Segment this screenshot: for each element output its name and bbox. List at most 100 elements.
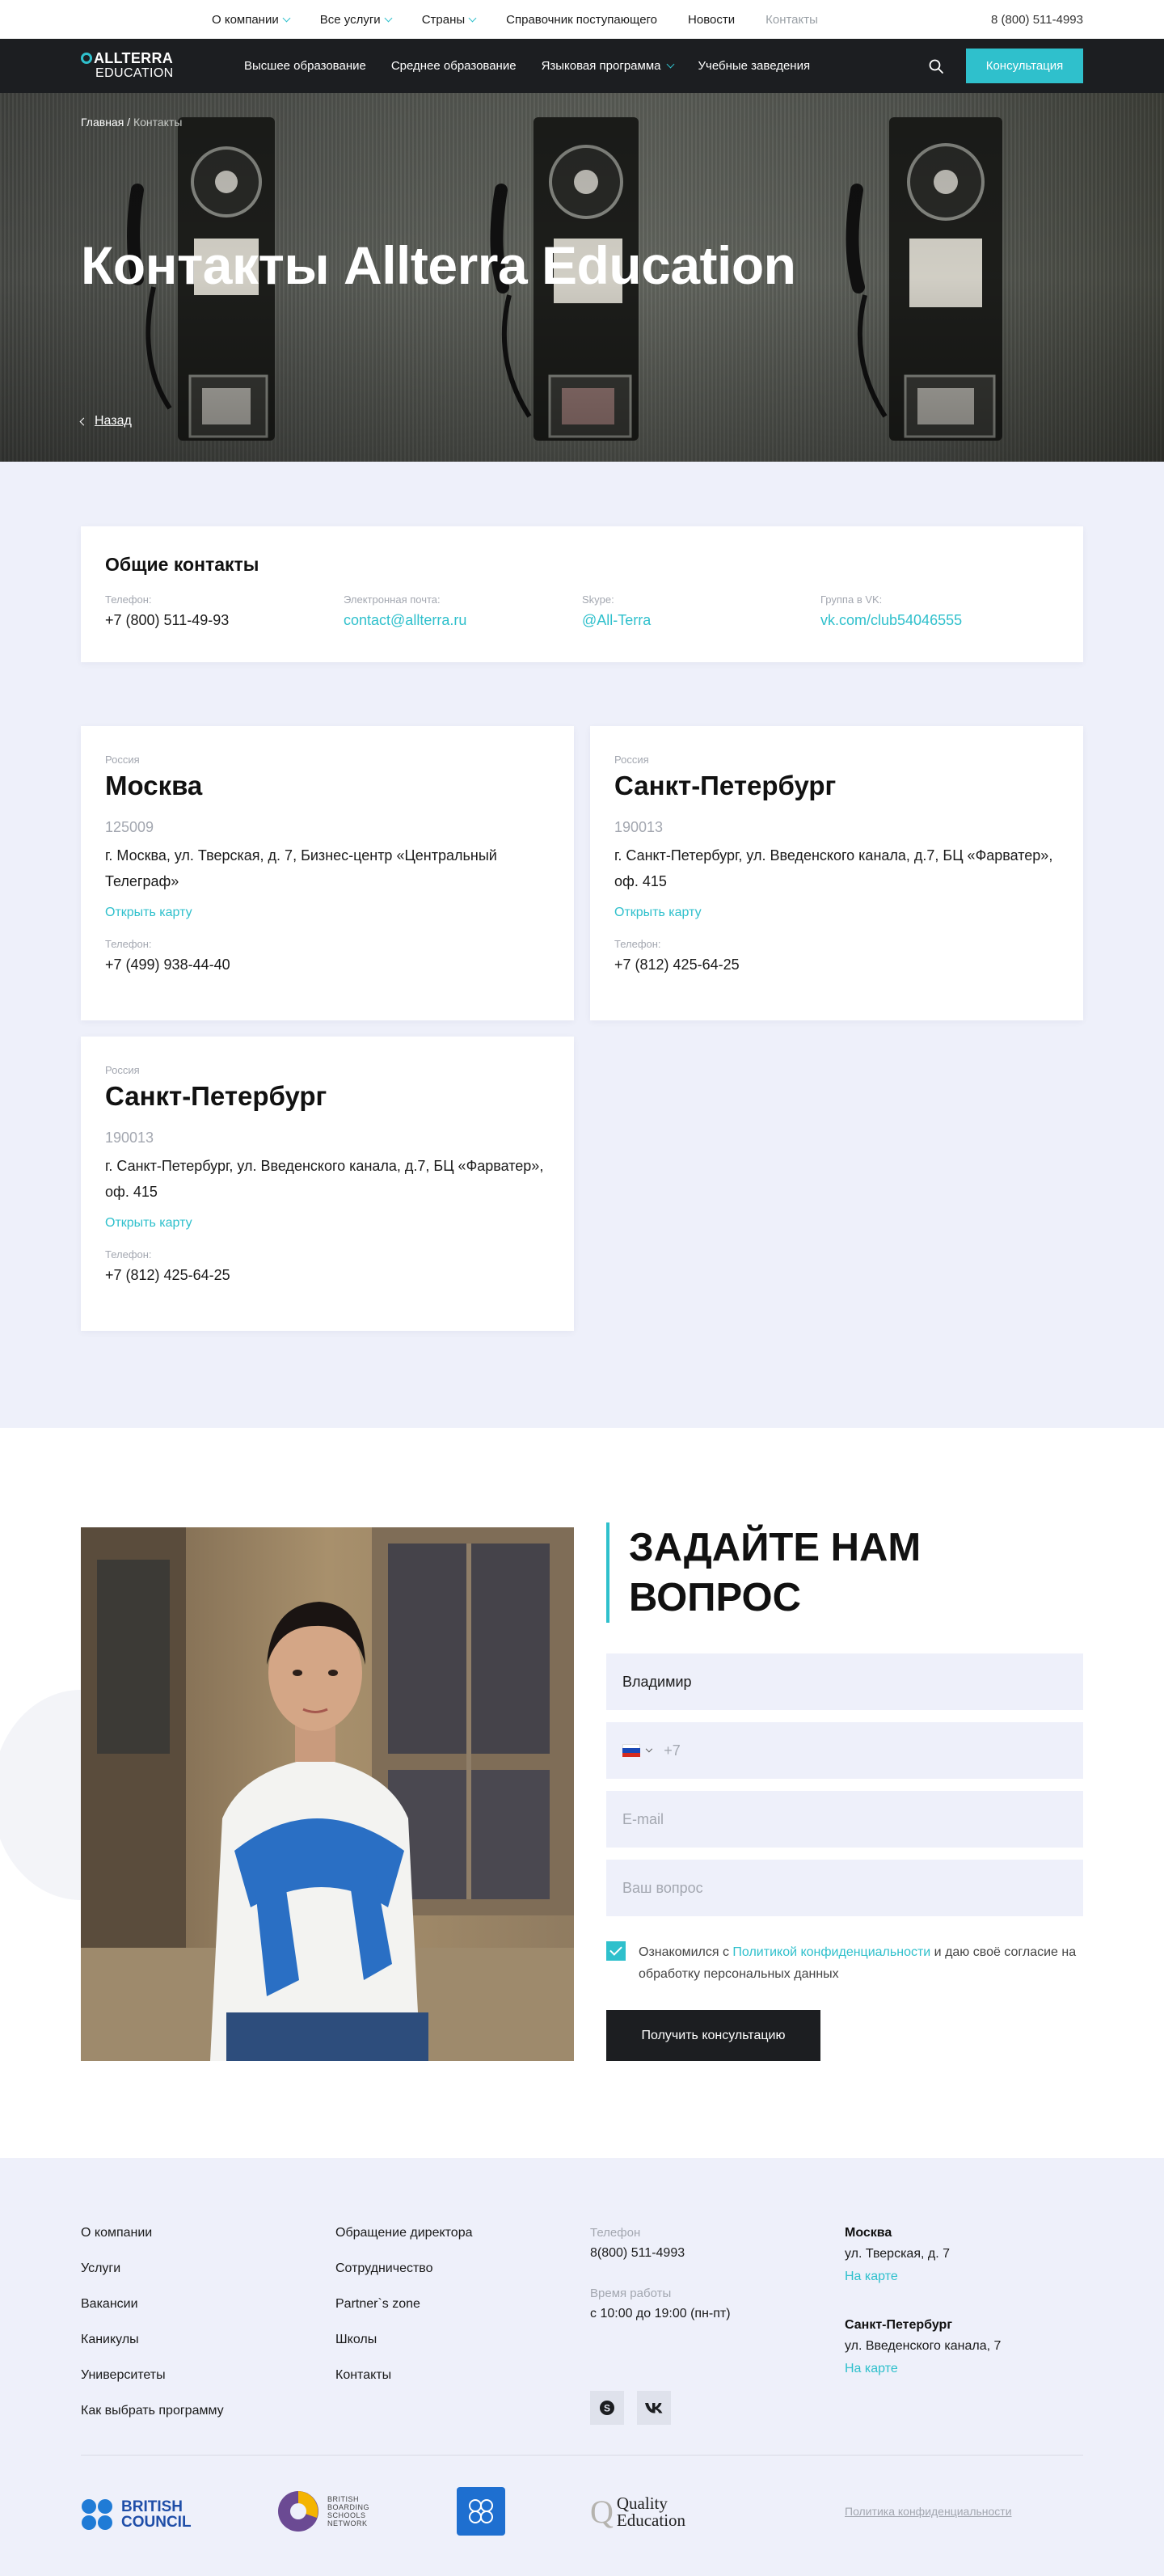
name-field[interactable] <box>606 1653 1083 1710</box>
phone-input[interactable] <box>664 1742 1067 1759</box>
footer-office-street: ул. Тверская, д. 7 <box>845 2247 950 2261</box>
logo-text-top: ALLTERRA <box>94 50 174 66</box>
contact-phone-value[interactable]: +7 (800) 511-49-93 <box>105 612 229 628</box>
footer-link[interactable]: Университеты <box>81 2368 166 2382</box>
logo[interactable]: ALLTERRA EDUCATION <box>81 51 174 80</box>
footer-map-link[interactable]: На карте <box>845 2362 1001 2376</box>
footer-link[interactable]: Каникулы <box>81 2333 139 2346</box>
russia-flag-icon[interactable] <box>622 1744 640 1757</box>
footer-privacy-link[interactable]: Политика конфиденциальности <box>845 2505 1012 2518</box>
nav-menu: Высшее образование Среднее образование Я… <box>244 39 810 93</box>
breadcrumb-current: Контакты <box>133 116 183 129</box>
top-menu-label: Страны <box>421 12 466 27</box>
top-menu-services[interactable]: Все услуги <box>320 13 393 27</box>
contact-email-link[interactable]: contact@allterra.ru <box>344 612 466 628</box>
top-menu-label: Контакты <box>765 12 818 27</box>
footer-link[interactable]: Partner`s zone <box>335 2297 420 2311</box>
logo-text: COUNCIL <box>121 2514 192 2531</box>
top-phone-link[interactable]: 8 (800) 511-4993 <box>991 0 1083 39</box>
office-country: Россия <box>105 754 140 766</box>
office-phone[interactable]: +7 (812) 425-64-25 <box>105 1267 230 1283</box>
nav-item-label: Учебные заведения <box>698 59 811 73</box>
question-input[interactable] <box>622 1879 1067 1897</box>
footer-link[interactable]: Обращение директора <box>335 2226 473 2240</box>
back-link-label: Назад <box>95 414 132 428</box>
open-map-link[interactable]: Открыть карту <box>614 906 1059 920</box>
search-icon[interactable] <box>928 58 944 74</box>
logo-text: SCHOOLS <box>327 2511 366 2519</box>
skype-icon[interactable]: S <box>590 2391 624 2425</box>
footer-link[interactable]: Сотрудничество <box>335 2261 433 2275</box>
contact-vk-link[interactable]: vk.com/club54046555 <box>820 612 962 628</box>
top-menu-about[interactable]: О компании <box>212 12 291 27</box>
vk-icon[interactable] <box>637 2391 671 2425</box>
footer-offices: Москва ул. Тверская, д. 7 На карте Санкт… <box>845 2226 1001 2410</box>
chevron-down-icon <box>666 60 674 69</box>
footer-divider <box>81 2455 1083 2456</box>
name-input[interactable] <box>622 1673 1067 1691</box>
quality-q-icon: Q <box>590 2494 614 2530</box>
logo-text: BRITISH <box>327 2495 360 2503</box>
breadcrumb-home-link[interactable]: Главная <box>81 116 124 129</box>
footer-link[interactable]: Услуги <box>81 2261 120 2275</box>
office-phone[interactable]: +7 (499) 938-44-40 <box>105 956 230 973</box>
footer-map-link[interactable]: На карте <box>845 2270 1001 2284</box>
chevron-down-icon[interactable] <box>645 1745 652 1753</box>
contact-label: Телефон: <box>105 593 152 606</box>
email-input[interactable] <box>622 1810 1067 1828</box>
nav-item-language[interactable]: Языковая программа <box>541 59 674 73</box>
footer-hours-label: Время работы <box>590 2287 672 2300</box>
nav-item-institutions[interactable]: Учебные заведения <box>698 59 811 73</box>
nav-item-higher-ed[interactable]: Высшее образование <box>244 59 366 73</box>
email-field[interactable] <box>606 1791 1083 1848</box>
top-menu-contacts[interactable]: Контакты <box>765 13 818 27</box>
footer-link[interactable]: Как выбрать программу <box>81 2404 224 2418</box>
question-field[interactable] <box>606 1860 1083 1916</box>
contact-skype: Skype: @All-Terra <box>582 593 820 629</box>
top-menu-guide[interactable]: Справочник поступающего <box>506 13 657 27</box>
visa-agency-badge <box>457 2487 505 2536</box>
logo-ring-icon <box>81 53 92 64</box>
office-address: г. Москва, ул. Тверская, д. 7, Бизнес-це… <box>105 847 497 889</box>
top-menu-label: О компании <box>212 12 279 27</box>
main-navbar: ALLTERRA EDUCATION Высшее образование Ср… <box>0 39 1164 93</box>
contact-skype-link[interactable]: @All-Terra <box>582 612 651 628</box>
office-card-moscow: Россия Москва 125009 г. Москва, ул. Твер… <box>81 726 574 1020</box>
office-phone[interactable]: +7 (812) 425-64-25 <box>614 956 740 973</box>
consent-text: Ознакомился с Политикой конфиденциальнос… <box>639 1941 1083 1985</box>
open-map-link[interactable]: Открыть карту <box>105 1216 550 1231</box>
footer-link[interactable]: О компании <box>81 2226 152 2240</box>
office-zip: 125009 <box>105 819 154 835</box>
svg-text:S: S <box>604 2403 610 2414</box>
footer-link[interactable]: Школы <box>335 2333 377 2346</box>
logo-text: BRITISH <box>121 2498 183 2515</box>
consent-text-start: Ознакомился с <box>639 1945 733 1959</box>
footer-phone[interactable]: 8(800) 511-4993 <box>590 2246 731 2261</box>
general-contacts-list: Телефон: +7 (800) 511-49-93 Электронная … <box>105 593 1059 629</box>
office-address: г. Санкт-Петербург, ул. Введенского кана… <box>105 1158 544 1200</box>
office-zip: 190013 <box>105 1130 154 1146</box>
submit-button[interactable]: Получить консультацию <box>606 2010 820 2061</box>
consent-checkbox[interactable] <box>606 1941 626 1961</box>
badge-emblem-icon <box>469 2499 493 2523</box>
top-menu-countries[interactable]: Страны <box>421 12 477 27</box>
skype-glyph: S <box>600 2401 614 2415</box>
vk-glyph <box>645 2403 663 2413</box>
open-map-link[interactable]: Открыть карту <box>105 906 550 920</box>
logo-text: Education <box>616 2511 686 2530</box>
top-menu-label: Справочник поступающего <box>506 12 658 27</box>
consultation-button[interactable]: Консультация <box>966 49 1083 83</box>
footer-link[interactable]: Вакансии <box>81 2297 138 2311</box>
top-menu-news[interactable]: Новости <box>688 13 735 27</box>
back-link[interactable]: Назад <box>79 414 132 429</box>
office-city: Москва <box>105 771 203 800</box>
contact-label: Группа в VK: <box>820 593 883 606</box>
phone-field[interactable] <box>606 1722 1083 1779</box>
woman-photo-illustration <box>81 1527 574 2061</box>
nav-item-label: Языковая программа <box>541 59 661 73</box>
bbsn-emblem-icon <box>278 2491 318 2532</box>
logo-text: NETWORK <box>327 2519 368 2527</box>
privacy-policy-link[interactable]: Политикой конфиденциальности <box>732 1945 930 1959</box>
nav-item-secondary-ed[interactable]: Среднее образование <box>391 59 517 73</box>
footer-link[interactable]: Контакты <box>335 2368 391 2382</box>
